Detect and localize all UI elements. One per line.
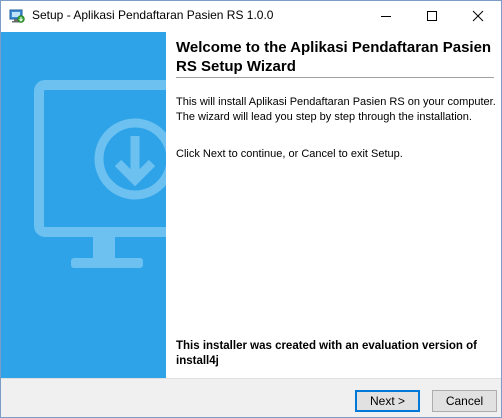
installer-icon [9,8,25,24]
wizard-side-panel [1,32,166,378]
monitor-download-icon [1,32,166,378]
cancel-button[interactable]: Cancel [432,390,497,412]
maximize-icon [427,11,437,21]
minimize-icon [381,16,391,17]
setup-wizard-window: Setup - Aplikasi Pendaftaran Pasien RS 1… [0,0,502,418]
title-divider [176,77,494,78]
title-bar[interactable]: Setup - Aplikasi Pendaftaran Pasien RS 1… [1,1,501,31]
window-title: Setup - Aplikasi Pendaftaran Pasien RS 1… [32,8,274,22]
maximize-button[interactable] [409,1,455,31]
intro-text: This will install Aplikasi Pendaftaran P… [176,96,496,123]
button-bar: Next > Cancel [1,378,501,417]
next-button[interactable]: Next > [355,390,420,412]
page-title: Welcome to the Aplikasi Pendaftaran Pasi… [176,39,492,75]
evaluation-notice: This installer was created with an evalu… [176,340,478,367]
wizard-content: Welcome to the Aplikasi Pendaftaran Pasi… [166,32,501,378]
minimize-button[interactable] [363,1,409,31]
close-icon [472,10,484,22]
close-button[interactable] [455,1,501,31]
continue-instructions: Click Next to continue, or Cancel to exi… [176,148,403,160]
